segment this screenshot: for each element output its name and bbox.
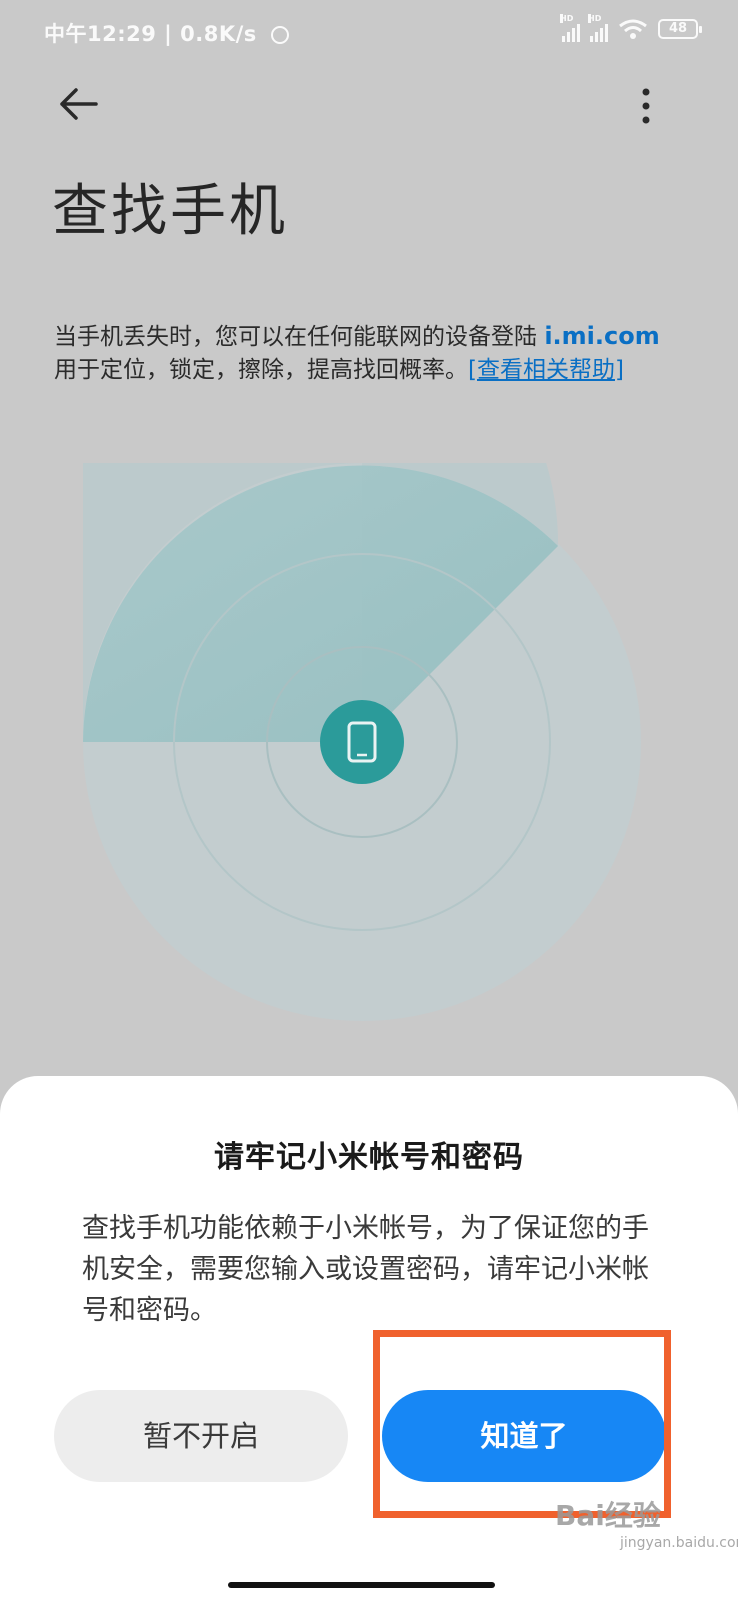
description-text: 用于定位，锁定，擦除，提高找回概率。: [54, 357, 468, 383]
dialog-title: 请牢记小米帐号和密码: [214, 1140, 524, 1175]
page-title: 查找手机: [52, 179, 288, 244]
mi-cloud-link[interactable]: i.mi.com: [544, 322, 659, 350]
status-speed: 0.8K/s: [180, 22, 257, 46]
radar-graphic: [83, 463, 641, 1021]
wifi-icon: [619, 19, 647, 39]
cancel-button[interactable]: 暂不开启: [54, 1390, 348, 1482]
status-time: 中午12:29: [44, 22, 157, 46]
more-vertical-icon[interactable]: [632, 86, 660, 126]
alarm-icon: [270, 26, 289, 44]
home-indicator[interactable]: [228, 1582, 495, 1588]
signal-icon: HD: [560, 14, 580, 42]
watermark-logo: Bai经验: [555, 1499, 661, 1532]
highlight-box: [373, 1330, 671, 1518]
dialog-body: 查找手机功能依赖于小米帐号，为了保证您的手机安全，需要您输入或设置密码，请牢记小…: [82, 1213, 649, 1326]
help-link[interactable]: [查看相关帮助]: [468, 357, 624, 383]
signal-icon: HD: [588, 14, 608, 42]
phone-icon-bg: [320, 700, 404, 784]
description-text: 当手机丢失时，您可以在任何能联网的设备登陆: [54, 324, 545, 350]
arrow-left-icon[interactable]: [56, 82, 100, 126]
description: 当手机丢失时，您可以在任何能联网的设备登陆 i.mi.com 用于定位，锁定，擦…: [54, 320, 694, 387]
status-bar-right: HD HD 48: [560, 14, 702, 42]
battery-icon: 48: [658, 19, 702, 39]
watermark-site: jingyan.baidu.com: [620, 1535, 738, 1551]
status-bar-left: 中午12:29 | 0.8K/s: [44, 18, 289, 48]
